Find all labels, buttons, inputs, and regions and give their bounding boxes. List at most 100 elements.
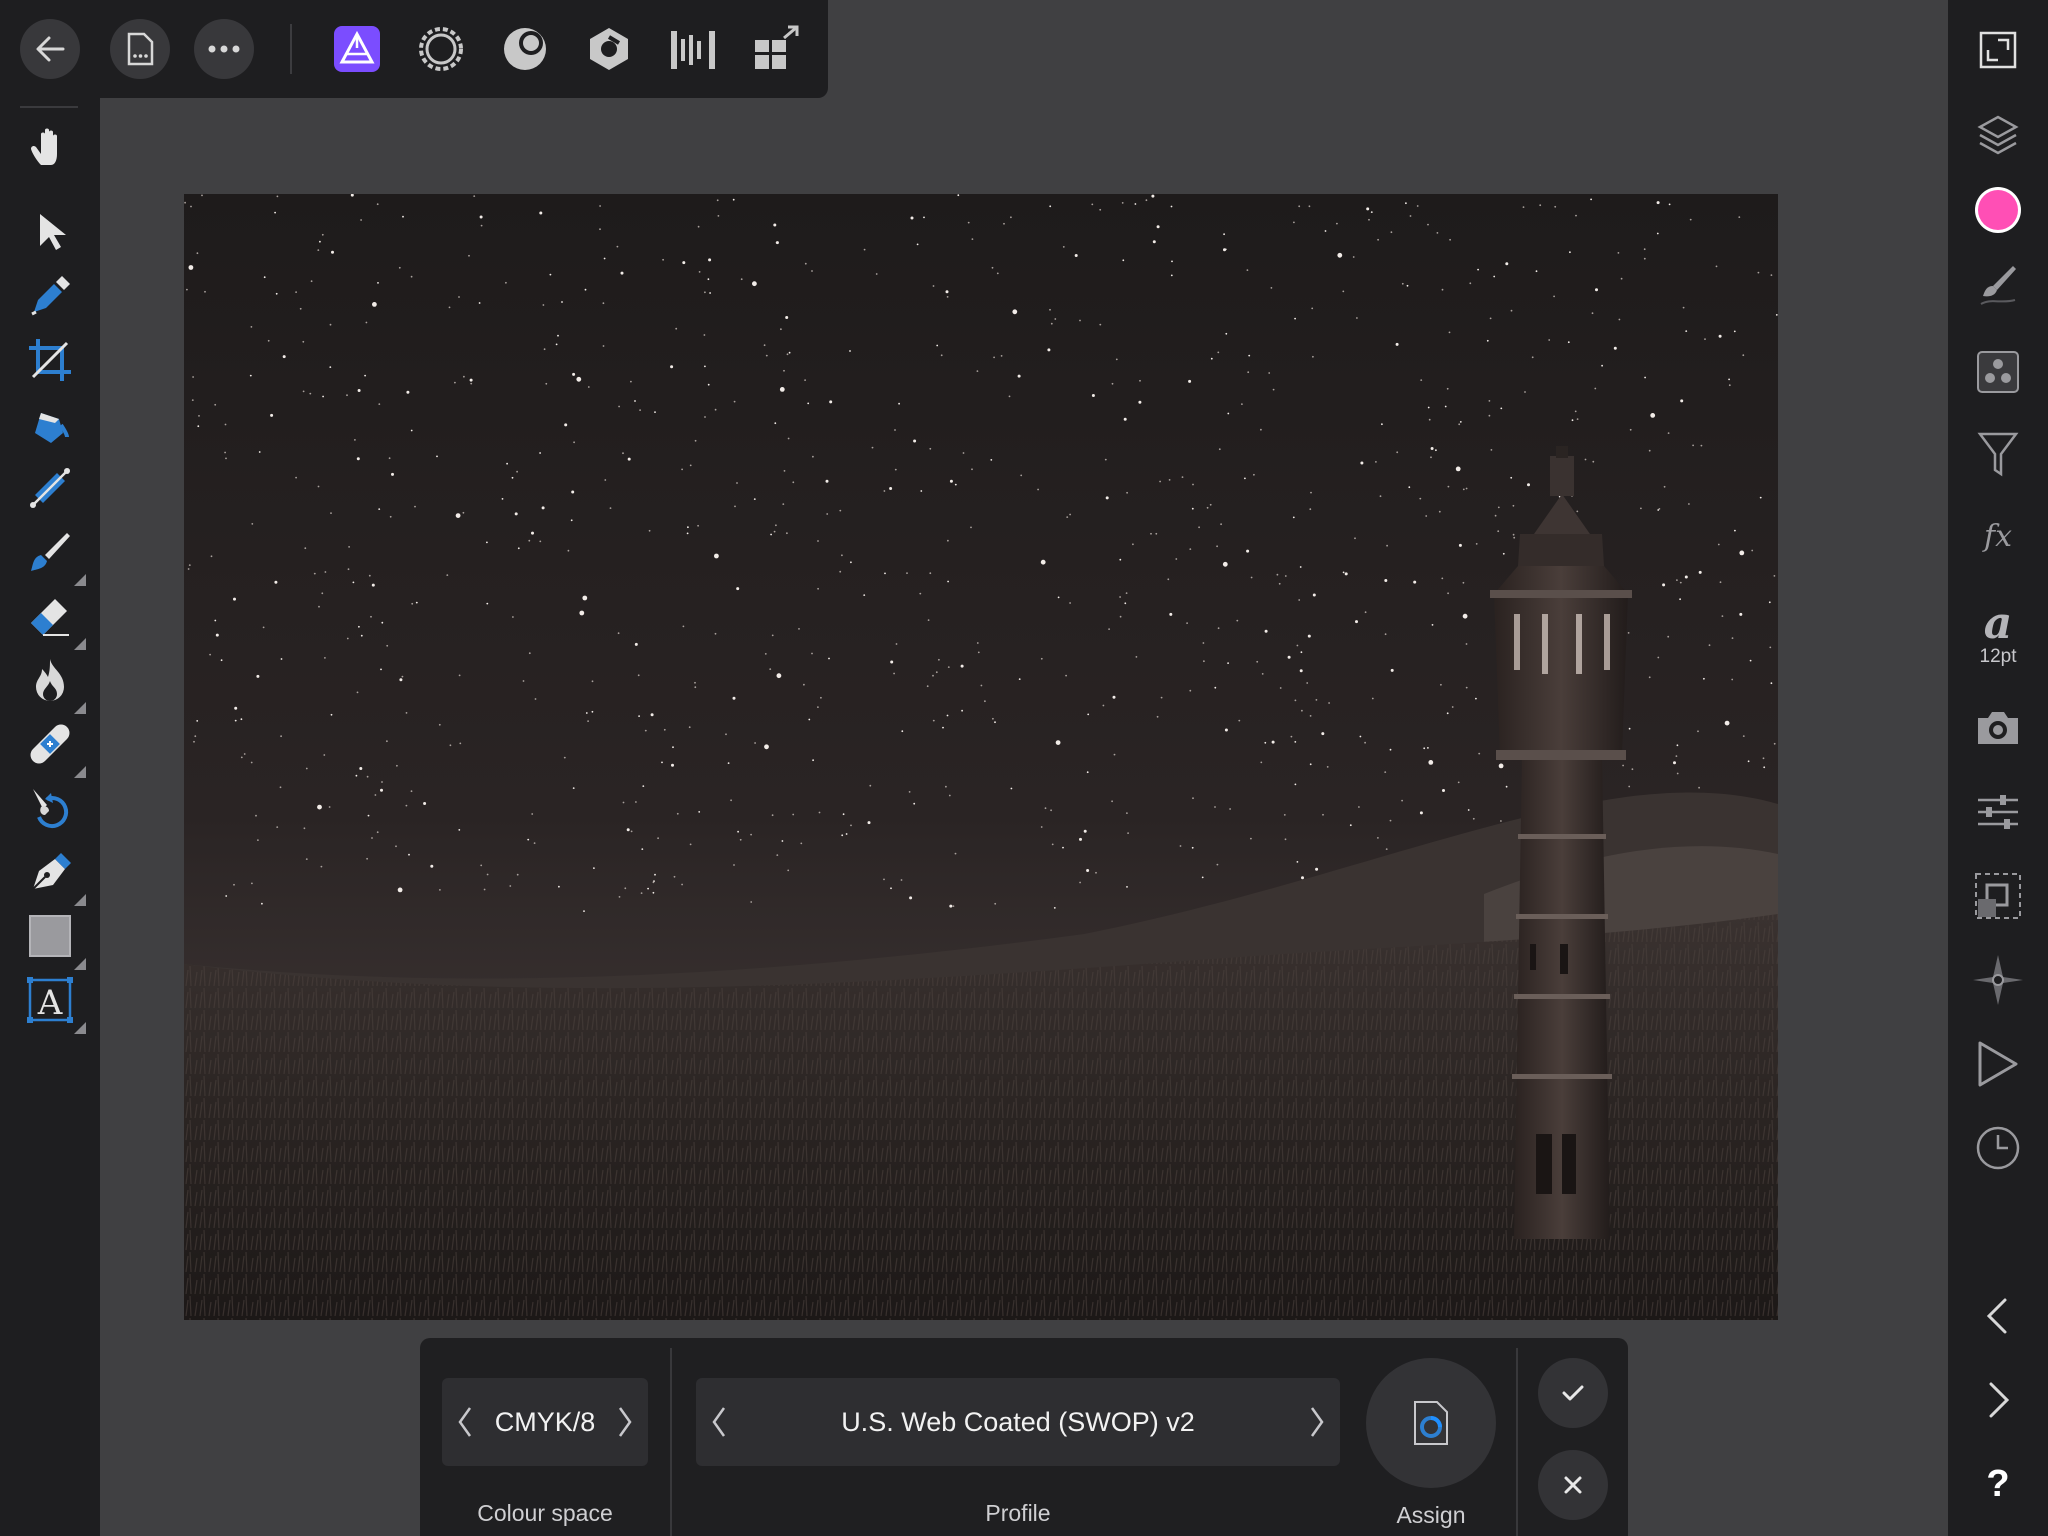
colour-icon — [1975, 187, 2021, 233]
paint-brush-icon — [31, 533, 70, 571]
more-button[interactable] — [194, 19, 254, 79]
flyout-indicator — [74, 894, 86, 906]
navigator-button[interactable] — [1968, 20, 2028, 80]
colour-space-stepper[interactable]: CMYK/8 — [442, 1378, 648, 1466]
text-style-icon: a — [1984, 600, 2013, 644]
history-button[interactable] — [1968, 1118, 2028, 1178]
flood-fill-tool[interactable] — [20, 394, 80, 454]
develop-histogram-persona-button[interactable] — [664, 20, 722, 78]
colour-button[interactable] — [1968, 180, 2028, 240]
artistic-text-tool[interactable]: A — [20, 970, 86, 1034]
rectangle-shape-icon — [29, 915, 71, 957]
brushes-button[interactable] — [1968, 254, 2028, 314]
adjustments-button[interactable] — [1968, 424, 2028, 484]
assign-profile-icon — [1414, 1401, 1448, 1445]
export-persona-icon — [755, 25, 799, 69]
eraser-icon — [31, 599, 69, 636]
document-icon — [127, 32, 154, 66]
text-tool-icon: A — [27, 977, 73, 1023]
profile-stepper[interactable]: U.S. Web Coated (SWOP) v2 — [696, 1378, 1340, 1466]
tone-mapping-persona-button[interactable] — [580, 20, 638, 78]
gradient-tool[interactable] — [20, 458, 80, 518]
help-button[interactable]: ? — [1968, 1454, 2028, 1514]
liquify-persona-button[interactable] — [412, 20, 470, 78]
flyout-indicator — [74, 1022, 86, 1034]
studio-previous-button[interactable] — [1968, 1286, 2028, 1346]
healing-brush-tool[interactable] — [20, 714, 86, 778]
move-tool[interactable] — [20, 202, 80, 262]
flyout-indicator — [74, 702, 86, 714]
cancel-button[interactable] — [1538, 1450, 1608, 1520]
channels-button[interactable] — [1968, 342, 2028, 402]
flyout-indicator — [74, 574, 86, 586]
history-clock-icon — [1976, 1126, 2020, 1170]
histogram-persona-icon — [671, 31, 715, 69]
confirm-button[interactable] — [1538, 1358, 1608, 1428]
view-tool[interactable] — [20, 118, 80, 178]
flyout-indicator — [74, 638, 86, 650]
text-styles-button[interactable]: a 12pt — [1968, 594, 2028, 674]
gradient-icon — [30, 468, 70, 508]
camera-icon — [1978, 712, 2018, 744]
fx-icon: fx — [1982, 519, 2012, 554]
crop-tool[interactable] — [20, 330, 80, 390]
export-persona-button[interactable] — [748, 20, 806, 78]
colour-space-value: CMYK/8 — [494, 1406, 596, 1437]
document-menu-button[interactable] — [110, 19, 170, 79]
photo-persona-icon — [334, 26, 380, 72]
colour-picker-tool[interactable] — [20, 266, 80, 326]
svg-text:A: A — [37, 983, 63, 1023]
studio-next-button[interactable] — [1968, 1370, 2028, 1430]
brushes-icon — [1980, 266, 2016, 305]
macro-button[interactable] — [1968, 1034, 2028, 1094]
svg-text:a: a — [1984, 600, 2013, 644]
filter-funnel-icon — [1977, 432, 2019, 477]
back-button[interactable] — [20, 19, 80, 79]
play-icon — [1978, 1041, 2018, 1087]
colour-space-prev[interactable] — [442, 1378, 488, 1466]
tone-mapping-persona-icon — [590, 28, 628, 70]
tools-separator — [20, 106, 78, 108]
flyout-indicator — [74, 958, 86, 970]
navigator-icon — [1979, 31, 2017, 69]
effects-button[interactable]: fx — [1968, 506, 2028, 566]
panel-separator — [670, 1348, 672, 1536]
undo-brush-tool[interactable] — [20, 778, 80, 838]
paint-bucket-icon — [35, 413, 69, 443]
colour-space-label: Colour space — [477, 1500, 613, 1526]
profile-next[interactable] — [1294, 1378, 1340, 1466]
channels-icon — [1977, 351, 2019, 393]
profile-prev[interactable] — [696, 1378, 742, 1466]
erase-brush-tool[interactable] — [20, 586, 86, 650]
document-canvas[interactable] — [184, 194, 1778, 1320]
sliders-icon — [1978, 795, 2018, 829]
text-size-label: 12pt — [1979, 646, 2017, 667]
layers-button[interactable] — [1968, 104, 2028, 164]
pen-tool[interactable] — [20, 842, 86, 906]
back-arrow-icon — [36, 36, 65, 62]
hand-icon — [31, 128, 57, 165]
svg-text:fx: fx — [1982, 519, 2012, 554]
pen-nib-icon — [32, 853, 71, 890]
rectangle-tool[interactable] — [20, 906, 86, 970]
top-toolbar — [0, 0, 828, 98]
develop-persona-button[interactable] — [496, 20, 554, 78]
liquify-persona-icon — [419, 27, 463, 71]
assign-button[interactable] — [1366, 1358, 1496, 1488]
chevron-right-icon — [1310, 1407, 1324, 1437]
eyedropper-icon — [31, 276, 70, 316]
navigator-compass-button[interactable] — [1968, 950, 2028, 1010]
bandage-icon — [30, 724, 70, 764]
toolbar-divider — [290, 24, 292, 74]
colour-space-next[interactable] — [602, 1378, 648, 1466]
selection-icon — [1975, 873, 2021, 919]
selection-button[interactable] — [1968, 866, 2028, 926]
burn-brush-tool[interactable] — [20, 650, 86, 714]
tools-panel: A — [0, 98, 100, 1536]
stock-button[interactable] — [1968, 698, 2028, 758]
profile-label: Profile — [985, 1500, 1051, 1526]
paint-brush-tool[interactable] — [20, 522, 86, 586]
transform-button[interactable] — [1968, 782, 2028, 842]
crop-icon — [29, 339, 71, 381]
photo-persona-button[interactable] — [328, 20, 386, 78]
